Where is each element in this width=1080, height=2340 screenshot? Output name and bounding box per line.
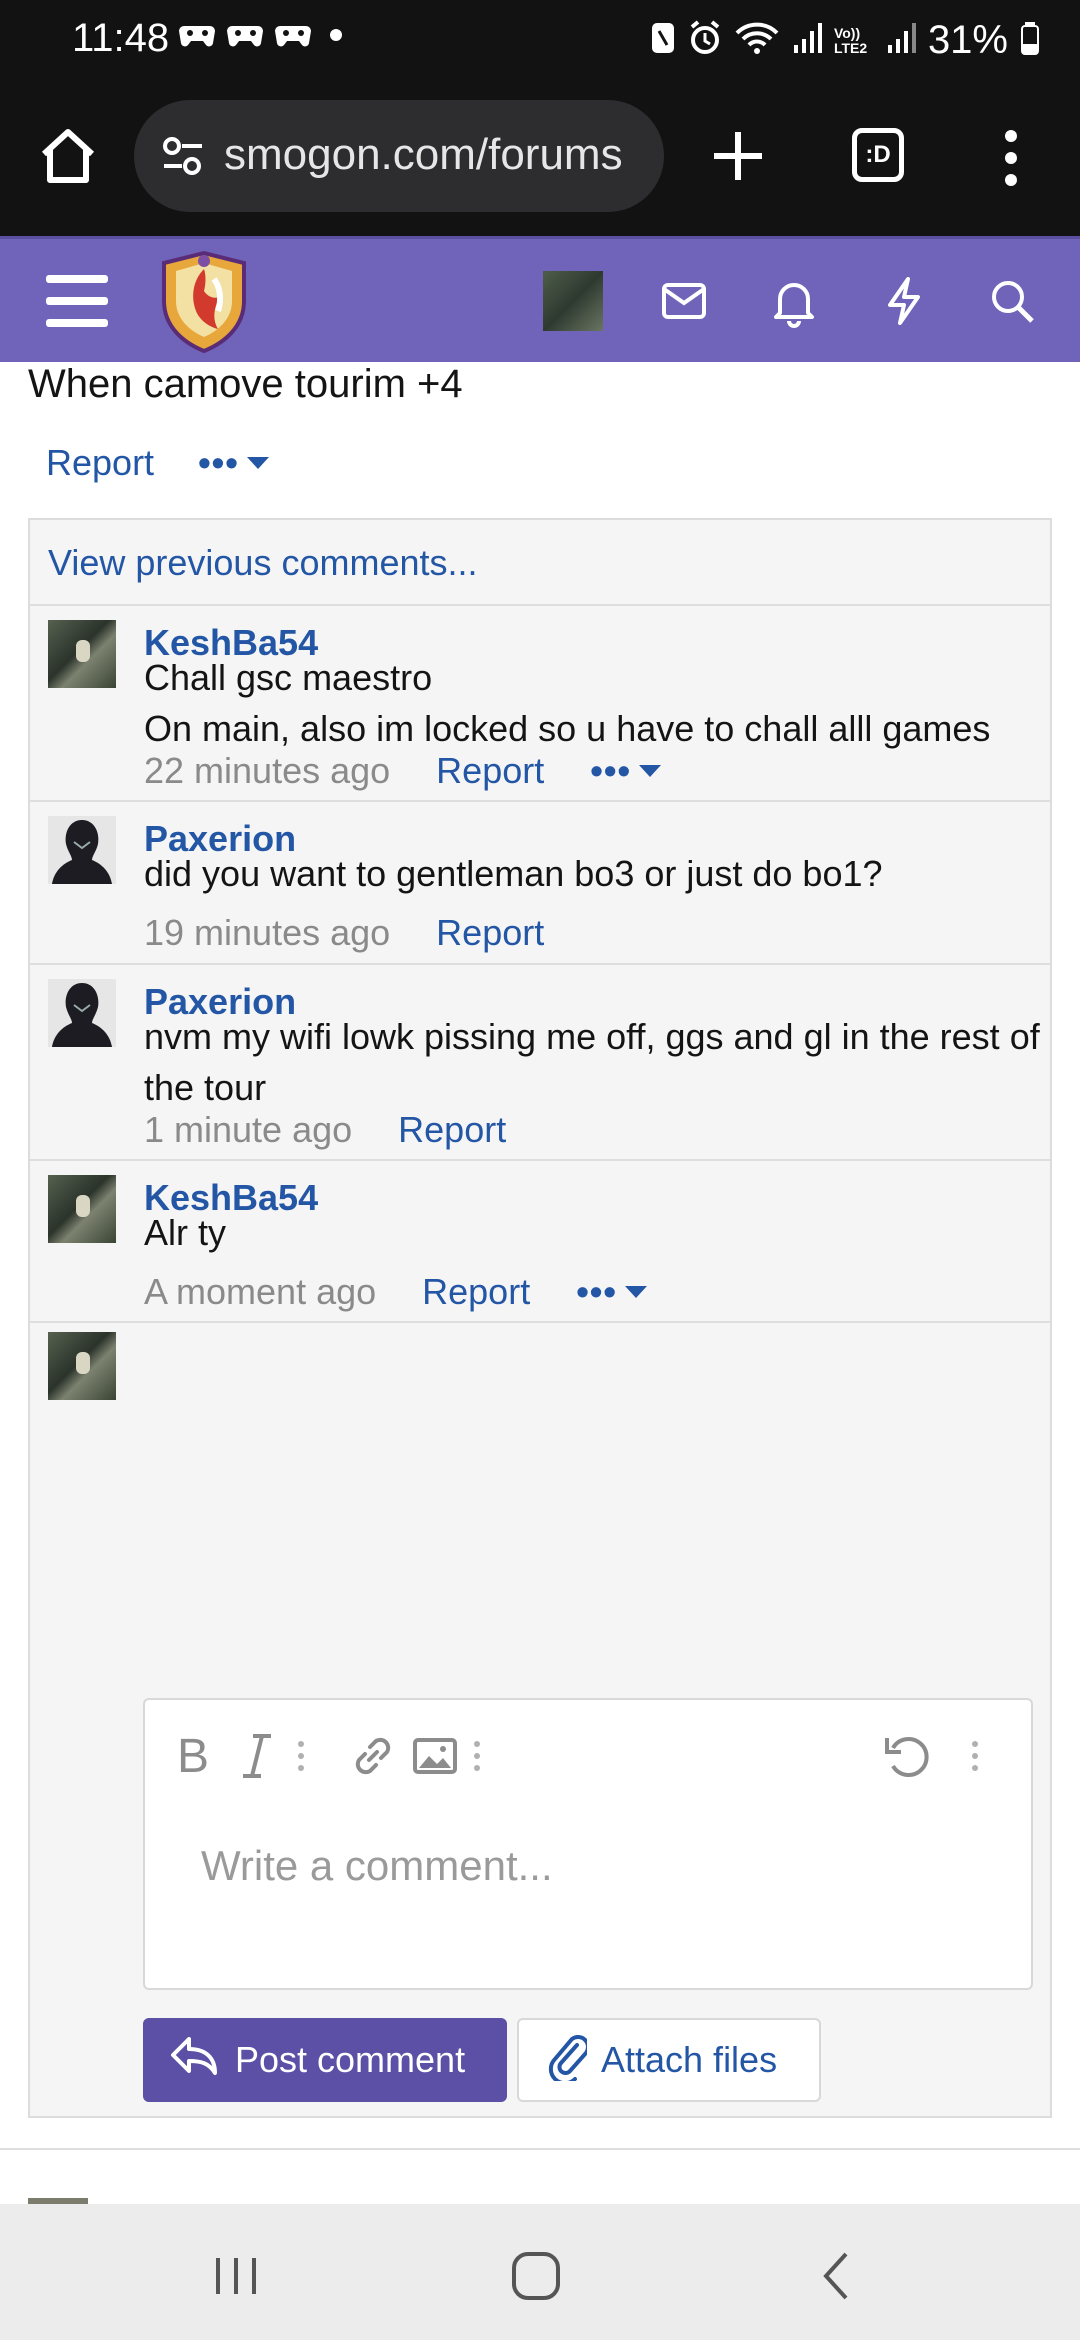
report-link[interactable]: Report: [46, 442, 154, 484]
system-icons: Vo)) LTE2 31%: [650, 18, 1040, 63]
avatar: [48, 1332, 116, 1400]
comment-line: Chall gsc maestro: [144, 657, 433, 698]
comment-line: Alr ty: [144, 1212, 227, 1253]
comment-placeholder[interactable]: Write a comment...: [201, 1842, 553, 1890]
next-post-preview: [0, 2148, 1080, 2204]
user-avatar[interactable]: [543, 271, 603, 331]
chevron-down-icon: [246, 457, 269, 469]
more-options-menu[interactable]: •••: [198, 445, 269, 481]
comment-text: nvm my wifi lowk pissing me off, ggs and…: [144, 1011, 1044, 1113]
browser-toolbar: smogon.com/forums :D: [0, 80, 1080, 236]
wifi-icon: [734, 19, 780, 62]
report-link[interactable]: Report: [398, 1109, 506, 1151]
comment-time[interactable]: 19 minutes ago: [144, 912, 390, 954]
recent-apps-icon[interactable]: [208, 2248, 264, 2304]
chevron-down-icon: [625, 1286, 648, 1298]
comment-meta: 22 minutes ago Report •••: [144, 750, 662, 792]
more-insert-icon[interactable]: [467, 1726, 487, 1791]
signal-icon-2: [886, 19, 916, 62]
comment-text: Alr ty: [144, 1207, 1044, 1258]
comment-meta: 1 minute ago Report: [144, 1109, 506, 1151]
home-icon[interactable]: [36, 124, 100, 188]
comment-item: Paxerion nvm my wifi lowk pissing me off…: [30, 965, 1050, 1161]
nfc-icon: [650, 19, 676, 62]
avatar[interactable]: [48, 979, 116, 1047]
comment-line: nvm my wifi lowk pissing me off, ggs and…: [144, 1016, 1040, 1108]
italic-icon[interactable]: [235, 1726, 275, 1791]
status-time: 11:48: [72, 16, 170, 60]
more-options-icon[interactable]: [965, 1726, 985, 1791]
reply-icon: [169, 2033, 219, 2088]
svg-text:B: B: [177, 1730, 209, 1783]
divider: [30, 1321, 1050, 1323]
post-comment-button[interactable]: Post comment: [143, 2018, 507, 2102]
bold-icon[interactable]: B: [175, 1726, 215, 1791]
network-label: Vo)) LTE2: [833, 24, 868, 56]
comment-time[interactable]: 22 minutes ago: [144, 750, 390, 792]
signal-icon: [792, 19, 822, 62]
android-nav-bar: [0, 2204, 1080, 2340]
previous-post-actions: Report •••: [46, 442, 269, 484]
gamepad-icon: [226, 20, 264, 50]
menu-icon[interactable]: [46, 275, 108, 327]
battery-icon: [1020, 19, 1040, 62]
previous-post-text: When camove tourim +4: [28, 362, 463, 406]
more-dots: •••: [576, 1271, 618, 1312]
comment-line: did you want to gentleman bo3 or just do…: [144, 853, 883, 894]
alarm-icon: [688, 19, 722, 62]
image-icon[interactable]: [405, 1726, 465, 1791]
home-nav-icon[interactable]: [508, 2248, 564, 2304]
chevron-down-icon: [639, 765, 662, 777]
undo-icon[interactable]: [877, 1726, 937, 1791]
smogon-logo[interactable]: [156, 249, 252, 354]
comment-item: KeshBa54 Alr ty A moment ago Report •••: [30, 1161, 1050, 1321]
more-formatting-icon[interactable]: [291, 1726, 311, 1791]
status-bar: 11:48 Vo)) LTE2 31%: [0, 0, 1080, 80]
report-link[interactable]: Report: [436, 912, 544, 954]
comment-meta: A moment ago Report •••: [144, 1271, 648, 1313]
gamepad-icon: [274, 20, 312, 50]
forum-header: [0, 236, 1080, 362]
more-dots: •••: [198, 442, 239, 483]
inbox-icon[interactable]: [656, 273, 712, 329]
report-link[interactable]: Report: [422, 1271, 530, 1313]
battery-percent: 31%: [927, 18, 1008, 62]
site-settings-icon[interactable]: [160, 134, 206, 180]
new-tab-icon[interactable]: [706, 124, 770, 188]
avatar[interactable]: [48, 620, 116, 688]
lightning-icon[interactable]: [876, 273, 932, 329]
post-comment-label: Post comment: [235, 2039, 466, 2080]
attach-files-button[interactable]: Attach files: [517, 2018, 821, 2102]
more-options-menu[interactable]: •••: [590, 750, 662, 791]
comment-text: did you want to gentleman bo3 or just do…: [144, 848, 1044, 899]
comment-editor[interactable]: B Write a comment...: [143, 1698, 1033, 1990]
attach-files-label: Attach files: [601, 2039, 778, 2080]
report-link[interactable]: Report: [436, 750, 544, 792]
comment-item: Paxerion did you want to gentleman bo3 o…: [30, 802, 1050, 962]
bell-icon[interactable]: [766, 273, 822, 329]
gamepad-icon: [178, 20, 216, 50]
avatar[interactable]: [48, 1175, 116, 1243]
address-bar[interactable]: smogon.com/forums: [134, 100, 664, 212]
search-icon[interactable]: [984, 273, 1040, 329]
back-icon[interactable]: [810, 2248, 866, 2304]
browser-menu-icon[interactable]: [996, 126, 1026, 190]
paperclip-icon: [547, 2031, 590, 2090]
more-options-menu[interactable]: •••: [576, 1271, 648, 1312]
comment-item: KeshBa54 Chall gsc maestro On main, also…: [30, 606, 1050, 800]
comment-time[interactable]: 1 minute ago: [144, 1109, 352, 1151]
comment-meta: 19 minutes ago Report: [144, 912, 544, 954]
view-previous-comments-link[interactable]: View previous comments...: [48, 542, 478, 584]
notification-icons: [178, 20, 342, 50]
more-dots: •••: [590, 750, 632, 791]
link-icon[interactable]: [343, 1726, 403, 1791]
comment-time[interactable]: A moment ago: [144, 1271, 376, 1313]
comment-line: On main, also im locked so u have to cha…: [144, 708, 991, 749]
more-notifications-dot: [330, 29, 342, 41]
comment-text: Chall gsc maestro On main, also im locke…: [144, 652, 1044, 754]
tab-switcher-button[interactable]: :D: [852, 128, 904, 182]
avatar[interactable]: [48, 816, 116, 884]
url-text[interactable]: smogon.com/forums: [224, 130, 623, 180]
